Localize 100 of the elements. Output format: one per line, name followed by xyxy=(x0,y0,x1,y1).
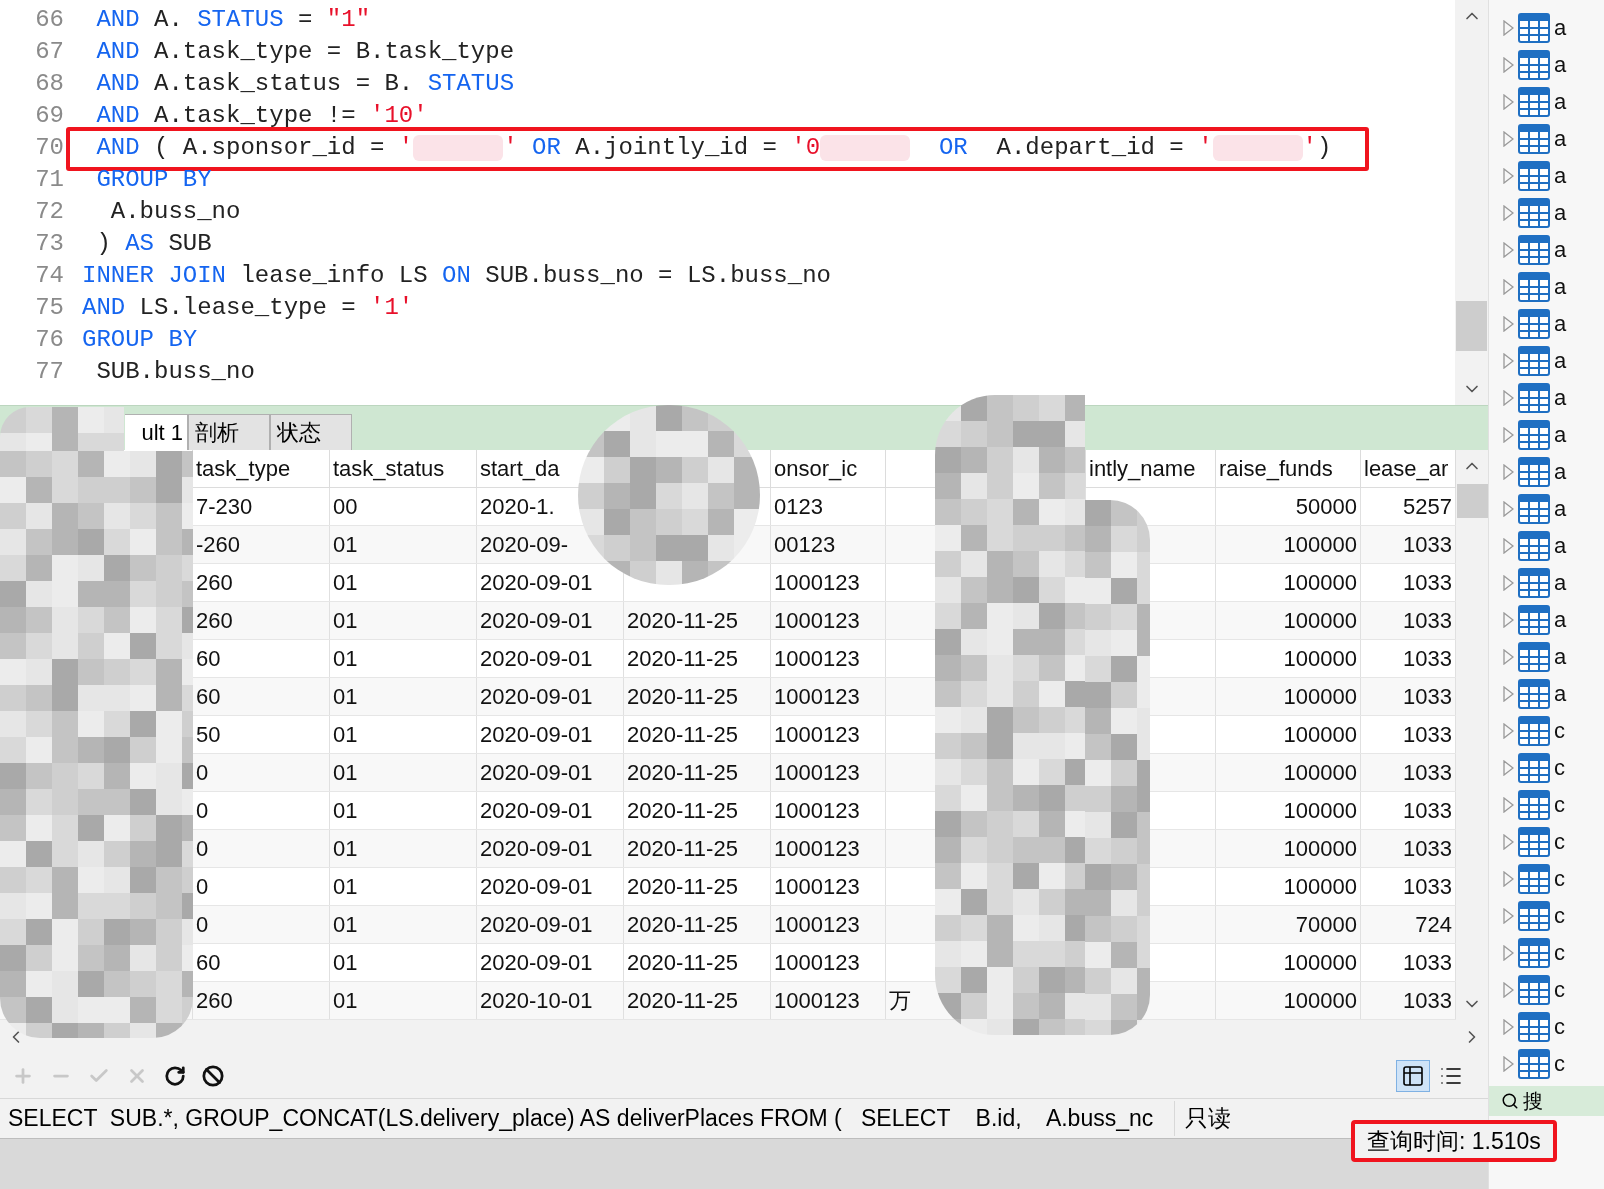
tree-item-label[interactable]: a xyxy=(1554,418,1567,451)
expand-icon[interactable] xyxy=(1503,537,1514,554)
expand-icon[interactable] xyxy=(1503,463,1514,480)
tree-item-label[interactable]: c xyxy=(1554,899,1565,932)
expand-icon[interactable] xyxy=(1503,759,1514,776)
table-cell-text: 1000123 xyxy=(774,797,860,825)
tree-item-label[interactable]: a xyxy=(1554,48,1567,81)
tree-item-label[interactable]: c xyxy=(1554,714,1565,747)
result-tab[interactable]: 剖析 xyxy=(188,414,270,450)
line-number: 73 xyxy=(34,229,65,259)
scroll-thumb[interactable] xyxy=(1456,484,1488,518)
expand-icon[interactable] xyxy=(1503,130,1514,147)
scrollbar[interactable] xyxy=(1455,0,1488,405)
table-cell-text: 100000 xyxy=(1283,531,1357,559)
table-cell-text: 100000 xyxy=(1283,987,1357,1015)
refresh-icon[interactable] xyxy=(162,1063,188,1089)
tree-item-label[interactable]: a xyxy=(1554,344,1567,377)
code-line: AND A.task_type != '10' xyxy=(95,101,428,131)
table-icon xyxy=(1518,419,1550,450)
table-cell-text: 60 xyxy=(196,683,221,711)
search-button[interactable]: 搜 xyxy=(1489,1086,1604,1116)
tree-item-label[interactable]: c xyxy=(1554,751,1565,784)
tree-item-label[interactable]: a xyxy=(1554,381,1567,414)
table-cell-text: 1000123 xyxy=(774,569,860,597)
table-cell-text: 2020-09-01 xyxy=(480,569,593,597)
expand-icon[interactable] xyxy=(1503,1018,1514,1035)
column-header[interactable]: task_status xyxy=(333,452,445,485)
stop-icon[interactable] xyxy=(200,1063,226,1089)
tree-item-label[interactable]: a xyxy=(1554,307,1567,340)
tree-item-label[interactable]: c xyxy=(1554,862,1565,895)
expand-icon[interactable] xyxy=(1503,981,1514,998)
expand-icon[interactable] xyxy=(1503,796,1514,813)
tree-item-label[interactable]: a xyxy=(1554,11,1567,44)
expand-icon[interactable] xyxy=(1503,93,1514,110)
expand-icon[interactable] xyxy=(1503,500,1514,517)
tree-item-label[interactable]: a xyxy=(1554,603,1567,636)
table-icon xyxy=(1518,937,1550,968)
column-header[interactable]: start_da xyxy=(480,452,560,485)
expand-icon[interactable] xyxy=(1503,611,1514,628)
grid-icon xyxy=(1401,1064,1425,1088)
tree-item-label[interactable]: a xyxy=(1554,270,1567,303)
line-number: 68 xyxy=(34,69,65,99)
expand-icon[interactable] xyxy=(1503,907,1514,924)
expand-icon[interactable] xyxy=(1503,278,1514,295)
expand-icon[interactable] xyxy=(1503,833,1514,850)
table-cell-text: 2020-11-25 xyxy=(627,721,738,749)
column-header[interactable]: onsor_ic xyxy=(774,452,858,485)
tree-item-label[interactable]: a xyxy=(1554,529,1567,562)
tree-item-label[interactable]: a xyxy=(1554,85,1567,118)
table-icon xyxy=(1518,530,1550,561)
expand-icon[interactable] xyxy=(1503,352,1514,369)
expand-icon[interactable] xyxy=(1503,19,1514,36)
expand-icon[interactable] xyxy=(1503,944,1514,961)
expand-icon[interactable] xyxy=(1503,167,1514,184)
column-header[interactable]: intly_name xyxy=(1089,452,1196,485)
expand-icon[interactable] xyxy=(1503,870,1514,887)
result-tab[interactable]: ult 1 xyxy=(125,414,188,450)
column-header[interactable]: raise_funds xyxy=(1219,452,1333,485)
tree-item-label[interactable]: a xyxy=(1554,122,1567,155)
scroll-thumb[interactable] xyxy=(1456,301,1487,351)
tree-item-label[interactable]: a xyxy=(1554,455,1567,488)
expand-icon[interactable] xyxy=(1503,56,1514,73)
tree-item-label[interactable]: c xyxy=(1554,825,1565,858)
tree-item-label[interactable]: a xyxy=(1554,640,1567,673)
tree-item-label[interactable]: a xyxy=(1554,196,1567,229)
code-line: AND ( A.sponsor_id = ' ' OR A.jointly_id = '0 OR A.depart_id = ' ') xyxy=(95,133,1332,163)
tree-item-label[interactable]: c xyxy=(1554,1047,1565,1080)
tree-item-label[interactable]: a xyxy=(1554,159,1567,192)
expand-icon[interactable] xyxy=(1503,315,1514,332)
tree-item-label[interactable]: a xyxy=(1554,566,1567,599)
tree-item-label[interactable]: c xyxy=(1554,1010,1565,1043)
grid-view-button[interactable] xyxy=(1396,1060,1430,1092)
line-number: 69 xyxy=(34,101,65,131)
column-header[interactable]: task_type xyxy=(196,452,291,485)
result-tab[interactable]: 状态 xyxy=(270,414,352,450)
expand-icon[interactable] xyxy=(1503,648,1514,665)
table-cell-text: 2020-11-25 xyxy=(627,797,738,825)
table-icon xyxy=(1518,197,1550,228)
table-icon xyxy=(1518,86,1550,117)
tree-item-label[interactable]: c xyxy=(1554,936,1565,969)
table-cell-text: 2020-11-25 xyxy=(627,949,738,977)
tree-item-label[interactable]: c xyxy=(1554,788,1565,821)
table-icon xyxy=(1518,900,1550,931)
tree-item-label[interactable]: a xyxy=(1554,677,1567,710)
scrollbar[interactable] xyxy=(1456,450,1488,1020)
tree-item-label[interactable]: a xyxy=(1554,233,1567,266)
table-cell-text: 01 xyxy=(333,835,358,863)
column-header[interactable]: lease_ar xyxy=(1364,452,1449,485)
expand-icon[interactable] xyxy=(1503,574,1514,591)
expand-icon[interactable] xyxy=(1503,685,1514,702)
table-cell-text: 1000123 xyxy=(774,873,860,901)
tree-item-label[interactable]: c xyxy=(1554,973,1565,1006)
expand-icon[interactable] xyxy=(1503,426,1514,443)
expand-icon[interactable] xyxy=(1503,722,1514,739)
expand-icon[interactable] xyxy=(1503,389,1514,406)
expand-icon[interactable] xyxy=(1503,1055,1514,1072)
expand-icon[interactable] xyxy=(1503,241,1514,258)
table-cell-text: 1033 xyxy=(1403,569,1452,597)
tree-item-label[interactable]: a xyxy=(1554,492,1567,525)
expand-icon[interactable] xyxy=(1503,204,1514,221)
